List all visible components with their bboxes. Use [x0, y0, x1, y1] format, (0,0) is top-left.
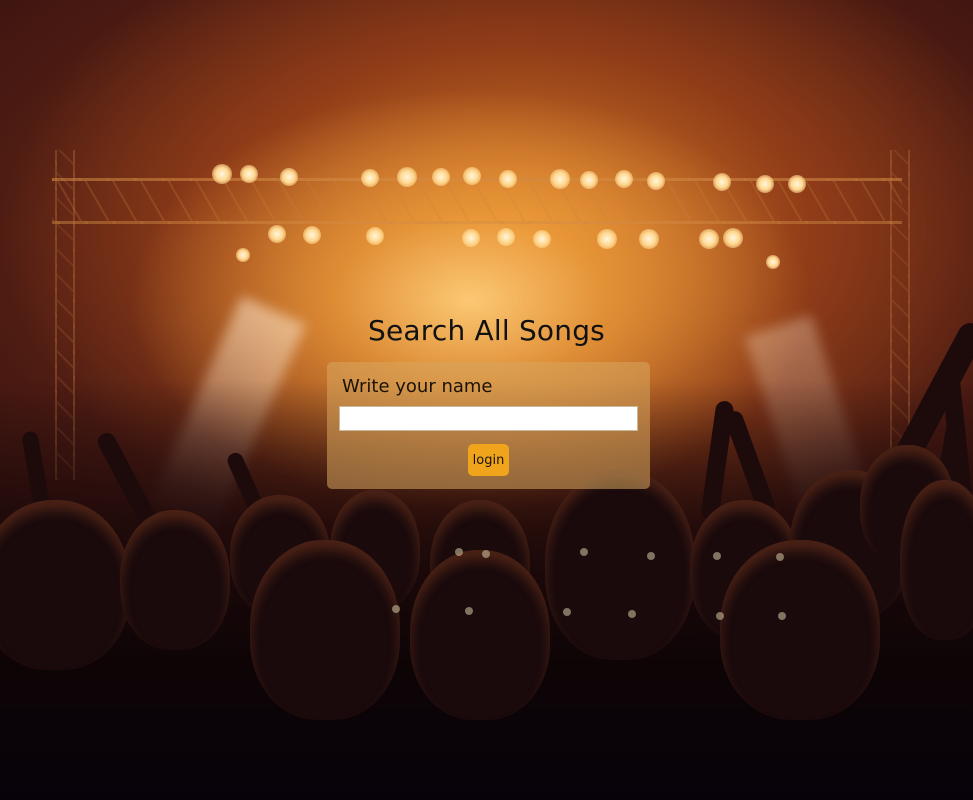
lighting-truss — [52, 178, 902, 224]
login-form-card: Write your name login — [327, 362, 650, 489]
page-title: Search All Songs — [368, 314, 605, 347]
name-input[interactable] — [339, 406, 638, 431]
concert-background: Search All Songs Write your name login — [0, 0, 973, 800]
login-button[interactable]: login — [468, 444, 509, 476]
name-field-label: Write your name — [342, 376, 493, 397]
